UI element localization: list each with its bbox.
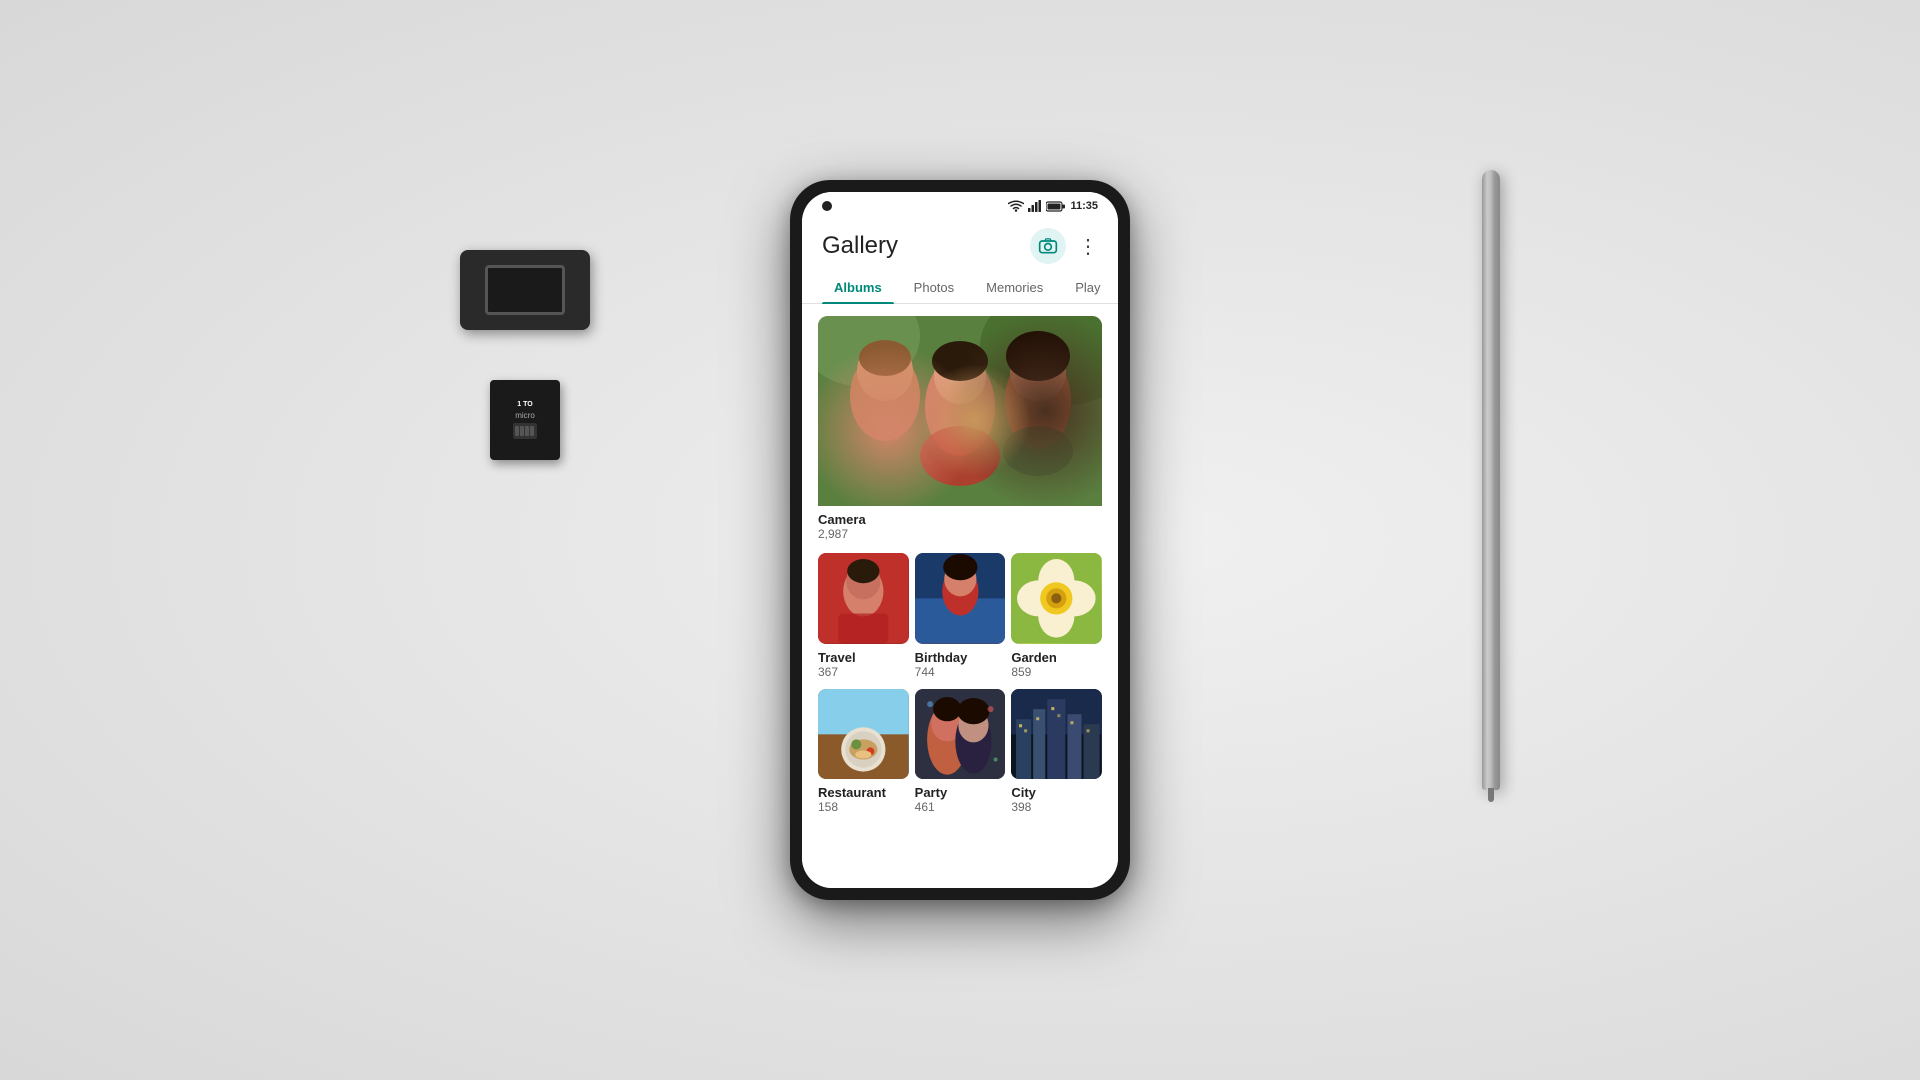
album-thumb-garden (1011, 553, 1102, 644)
app-header: Gallery ⋮ (802, 216, 1118, 272)
garden-svg (1011, 553, 1102, 644)
app-content: Gallery ⋮ (802, 216, 1118, 888)
tab-albums[interactable]: Albums (822, 272, 894, 303)
birthday-name: Birthday (915, 650, 1006, 665)
battery-icon (1046, 201, 1066, 212)
party-svg (915, 689, 1006, 780)
featured-album[interactable]: Camera 2,987 (818, 316, 1102, 545)
phone-device: 11:35 Gallery (790, 180, 1130, 900)
album-item-party[interactable]: Party 461 (915, 689, 1006, 819)
album-grid: Travel 367 (818, 553, 1102, 818)
garden-name: Garden (1011, 650, 1102, 665)
travel-name: Travel (818, 650, 909, 665)
album-item-garden[interactable]: Garden 859 (1011, 553, 1102, 683)
travel-label: Travel 367 (818, 644, 909, 683)
party-count: 461 (915, 800, 1006, 814)
birthday-count: 744 (915, 665, 1006, 679)
clock: 11:35 (1070, 200, 1098, 212)
party-label: Party 461 (915, 779, 1006, 818)
tab-memories[interactable]: Memories (974, 272, 1055, 303)
sim-tray-slot (485, 265, 565, 315)
album-thumb-travel (818, 553, 909, 644)
microsd-logo: micro (515, 411, 535, 420)
front-camera (822, 201, 832, 211)
phone-screen: 11:35 Gallery (802, 192, 1118, 888)
album-item-travel[interactable]: Travel 367 (818, 553, 909, 683)
city-name: City (1011, 785, 1102, 800)
birthday-svg (915, 553, 1006, 644)
tab-photos[interactable]: Photos (902, 272, 966, 303)
album-item-city[interactable]: City 398 (1011, 689, 1102, 819)
restaurant-svg (818, 689, 909, 780)
selfie-svg (818, 316, 1102, 506)
microsd-card: 1 TO micro (490, 380, 560, 460)
scene: 1 TO micro (360, 90, 1560, 990)
restaurant-name: Restaurant (818, 785, 909, 800)
birthday-label: Birthday 744 (915, 644, 1006, 683)
travel-count: 367 (818, 665, 909, 679)
city-count: 398 (1011, 800, 1102, 814)
featured-album-name: Camera (818, 512, 1102, 527)
album-item-birthday[interactable]: Birthday 744 (915, 553, 1006, 683)
tab-play[interactable]: Play (1063, 272, 1112, 303)
travel-svg (818, 553, 909, 644)
garden-label: Garden 859 (1011, 644, 1102, 683)
featured-album-count: 2,987 (818, 527, 1102, 541)
album-thumb-city (1011, 689, 1102, 780)
tabs-bar: Albums Photos Memories Play (802, 272, 1118, 304)
more-options-button[interactable]: ⋮ (1078, 234, 1098, 259)
city-svg (1011, 689, 1102, 780)
sim-tray (460, 250, 590, 330)
stylus-pen (1482, 170, 1500, 790)
album-thumb-birthday (915, 553, 1006, 644)
wifi-icon (1008, 200, 1024, 212)
city-label: City 398 (1011, 779, 1102, 818)
app-title: Gallery (822, 232, 898, 260)
featured-album-thumbnail (818, 316, 1102, 506)
header-icons: ⋮ (1030, 228, 1098, 264)
party-name: Party (915, 785, 1006, 800)
albums-content: Camera 2,987 (802, 304, 1118, 888)
album-thumb-restaurant (818, 689, 909, 780)
microsd-icon (513, 423, 537, 439)
restaurant-count: 158 (818, 800, 909, 814)
status-bar: 11:35 (802, 192, 1118, 216)
restaurant-label: Restaurant 158 (818, 779, 909, 818)
camera-button[interactable] (1030, 228, 1066, 264)
camera-icon (1038, 236, 1058, 256)
microsd-capacity-label: 1 TO (517, 401, 532, 408)
status-icons: 11:35 (1008, 200, 1098, 212)
garden-count: 859 (1011, 665, 1102, 679)
album-item-restaurant[interactable]: Restaurant 158 (818, 689, 909, 819)
signal-icon (1028, 200, 1042, 212)
featured-album-label: Camera 2,987 (818, 506, 1102, 545)
album-thumb-party (915, 689, 1006, 780)
